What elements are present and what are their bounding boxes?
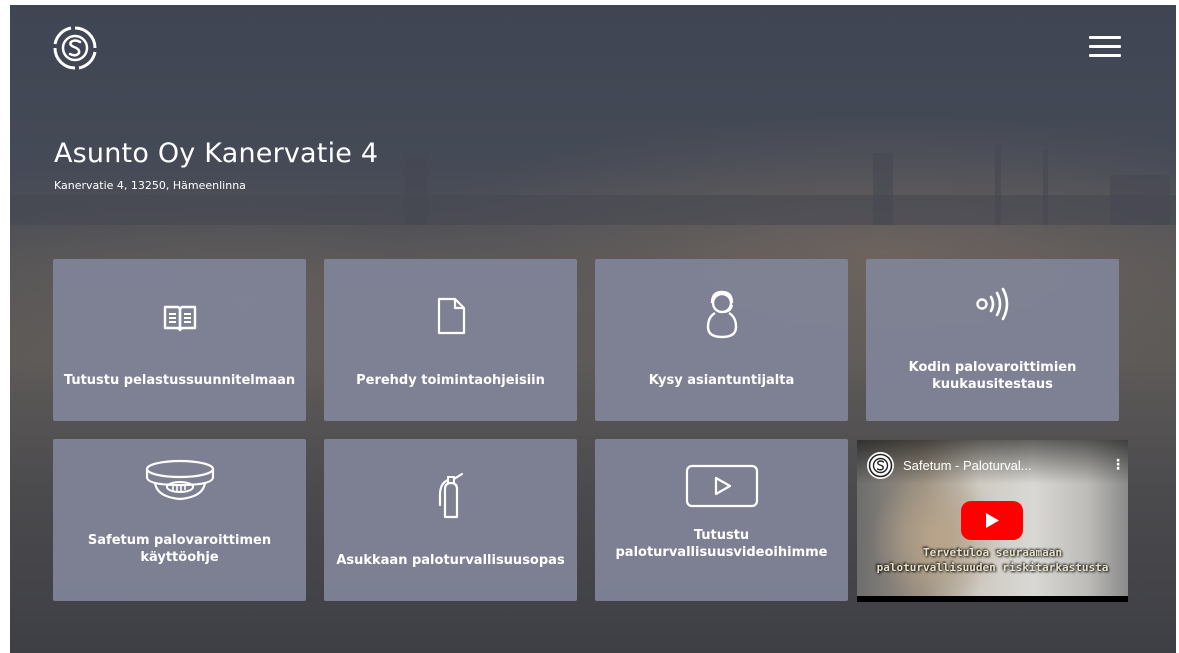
- more-options-icon[interactable]: ⋮: [1111, 456, 1125, 474]
- tile-fire-safety-guide[interactable]: Asukkaan paloturvallisuusopas: [324, 439, 577, 601]
- tile-label: Safetum palovaroittimen käyttöohje: [61, 532, 298, 566]
- tile-label: Tutustu paloturvallisuusvideoihimme: [603, 527, 840, 561]
- person-headset-icon: [595, 289, 848, 341]
- document-icon: [324, 297, 577, 335]
- tile-ask-expert[interactable]: Kysy asiantuntijalta: [595, 259, 848, 421]
- open-book-icon: [53, 303, 306, 333]
- tile-label: Kodin palovaroittimien kuukausitestaus: [874, 359, 1111, 393]
- tile-safety-videos[interactable]: Tutustu paloturvallisuusvideoihimme: [595, 439, 848, 601]
- tile-rescue-plan[interactable]: Tutustu pelastussuunnitelmaan: [53, 259, 306, 421]
- property-title: Asunto Oy Kanervatie 4: [54, 138, 379, 169]
- hamburger-menu-icon[interactable]: [1089, 36, 1121, 58]
- tile-label: Kysy asiantuntijalta: [648, 373, 795, 388]
- signal-waves-icon: [866, 287, 1119, 321]
- youtube-video-embed[interactable]: Safetum - Paloturval... ⋮ Tervetuloa seu…: [857, 440, 1128, 602]
- tile-label-line: Safetum palovaroittimen: [87, 533, 272, 548]
- video-title[interactable]: Safetum - Paloturval...: [903, 458, 1032, 473]
- youtube-play-button-icon[interactable]: [961, 501, 1023, 540]
- tile-label-line: käyttöohje: [140, 550, 219, 565]
- tile-smoke-alarm-testing[interactable]: Kodin palovaroittimien kuukausitestaus: [866, 259, 1119, 421]
- video-caption-line: paloturvallisuuden riskitarkastusta: [876, 561, 1109, 574]
- play-button-icon: [595, 464, 848, 508]
- channel-avatar[interactable]: [867, 452, 894, 479]
- tile-label: Tutustu pelastussuunnitelmaan: [63, 373, 296, 388]
- fire-extinguisher-icon: [324, 471, 577, 521]
- tile-label-line: kuukausitestaus: [932, 377, 1053, 392]
- tile-label-line: Kodin palovaroittimien: [908, 360, 1077, 375]
- property-address: Kanervatie 4, 13250, Hämeenlinna: [54, 179, 246, 192]
- tile-instructions[interactable]: Perehdy toimintaohjeisiin: [324, 259, 577, 421]
- tile-label-line: paloturvallisuusvideoihimme: [615, 545, 828, 560]
- safetum-channel-logo-icon: [868, 453, 893, 478]
- hero-background: Asunto Oy Kanervatie 4 Kanervatie 4, 132…: [10, 5, 1176, 653]
- video-progress-bar: [857, 596, 1128, 602]
- tile-label: Perehdy toimintaohjeisiin: [356, 373, 545, 388]
- tile-alarm-manual[interactable]: Safetum palovaroittimen käyttöohje: [53, 439, 306, 601]
- tile-label-line: Tutustu: [693, 528, 750, 543]
- safetum-logo-icon[interactable]: [52, 25, 98, 71]
- video-caption-line: Tervetuloa seuraamaan: [922, 546, 1063, 559]
- smoke-detector-icon: [53, 457, 306, 503]
- tile-label: Asukkaan paloturvallisuusopas: [336, 553, 565, 568]
